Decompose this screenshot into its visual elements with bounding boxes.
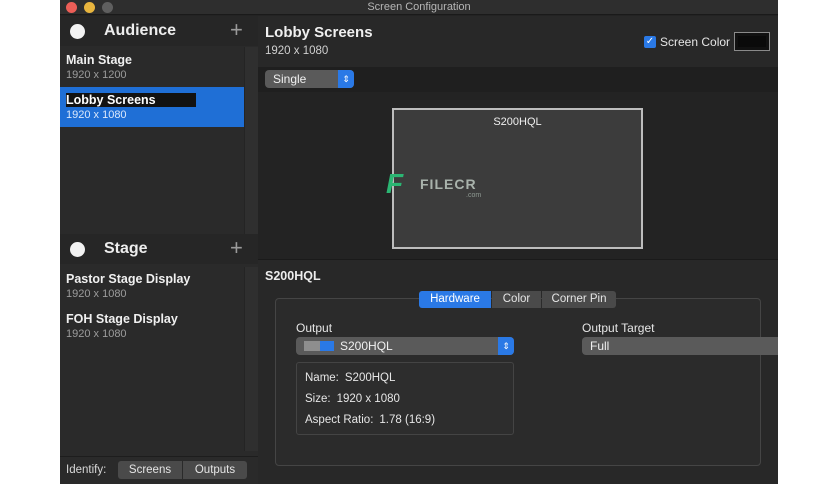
add-audience-screen-icon[interactable]: +	[230, 18, 243, 42]
screen-name: FOH Stage Display	[66, 312, 178, 326]
sidebar: Audience + Main Stage 1920 x 1200 Lobby …	[60, 16, 258, 484]
preview-screen-name: S200HQL	[493, 116, 542, 128]
sidebar-item-lobby-screens[interactable]: Lobby Screens 1920 x 1080	[60, 87, 244, 127]
screen-configuration-window: Screen Configuration Audience + Main Sta…	[60, 0, 778, 484]
watermark-text: FILECR	[420, 176, 477, 192]
screen-resolution: 1920 x 1080	[66, 328, 127, 340]
info-size-label: Size:	[305, 393, 331, 405]
output-label: Output	[296, 321, 333, 335]
stage-section-label: Stage	[104, 240, 148, 257]
audience-toggle[interactable]	[70, 24, 85, 39]
screen-resolution: 1920 x 1200	[66, 69, 127, 81]
info-aspect-label: Aspect Ratio:	[305, 414, 374, 426]
add-stage-screen-icon[interactable]: +	[230, 236, 243, 260]
watermark-mark: F	[386, 168, 404, 199]
audience-scrollbar[interactable]	[244, 47, 258, 234]
sidebar-item-pastor-stage-display[interactable]: Pastor Stage Display 1920 x 1080	[60, 266, 244, 306]
screen-name: Pastor Stage Display	[66, 272, 191, 286]
page-title: Lobby Screens	[265, 24, 373, 41]
display-icon	[304, 341, 334, 351]
info-aspect-value: 1.78 (16:9)	[379, 414, 436, 426]
screen-name: Main Stage	[66, 53, 132, 67]
main-panel: Lobby Screens 1920 x 1080 ✓ Screen Color…	[258, 16, 778, 484]
layout-mode-value: Single	[273, 72, 307, 86]
screen-name-edit[interactable]: Lobby Screens	[66, 93, 196, 107]
window-title: Screen Configuration	[367, 1, 471, 13]
identify-label: Identify:	[66, 464, 107, 476]
screen-color-swatch[interactable]	[734, 32, 770, 51]
checkmark-icon: ✓	[645, 36, 655, 47]
stage-toggle[interactable]	[70, 242, 85, 257]
audience-section-header: Audience +	[60, 16, 258, 46]
tab-color[interactable]: Color	[492, 291, 541, 308]
output-target-value: Full	[590, 339, 610, 353]
chevron-updown-icon: ⇕	[338, 70, 354, 88]
output-target-select[interactable]: Full ⇕	[582, 337, 778, 355]
layout-mode-select[interactable]: Single ⇕	[265, 70, 354, 88]
sidebar-item-main-stage[interactable]: Main Stage 1920 x 1200	[60, 47, 244, 87]
watermark-suffix: .com	[466, 192, 482, 199]
stage-section-header: Stage +	[60, 234, 258, 264]
info-aspect-row: Aspect Ratio: 1.78 (16:9)	[305, 414, 435, 426]
output-select[interactable]: S200HQL ⇕	[296, 337, 514, 355]
audience-section-label: Audience	[104, 22, 177, 39]
output-info-box: Name: S200HQL Size: 1920 x 1080 Aspect Rat…	[296, 362, 514, 435]
tab-hardware[interactable]: Hardware	[419, 291, 491, 308]
info-size-value: 1920 x 1080	[336, 393, 400, 405]
info-name-row: Name: S200HQL	[305, 372, 395, 384]
identify-screens-button[interactable]: Screens	[118, 461, 182, 479]
screen-color-label: Screen Color	[660, 35, 731, 49]
output-target-label: Output Target	[582, 321, 655, 335]
identify-outputs-button[interactable]: Outputs	[183, 461, 247, 479]
stage-scrollbar[interactable]	[244, 267, 258, 451]
screen-color-checkbox[interactable]: ✓	[644, 36, 656, 48]
chevron-updown-icon: ⇕	[498, 337, 514, 355]
watermark-logo: F FILECR .com	[386, 168, 496, 208]
info-size-row: Size: 1920 x 1080	[305, 393, 400, 405]
page-resolution: 1920 x 1080	[265, 45, 329, 57]
info-name-label: Name:	[305, 372, 339, 384]
screen-resolution: 1920 x 1080	[66, 109, 127, 121]
output-value: S200HQL	[340, 339, 393, 353]
tab-corner-pin[interactable]: Corner Pin	[542, 291, 616, 308]
output-section-title: S200HQL	[265, 269, 321, 283]
screen-resolution: 1920 x 1080	[66, 288, 127, 300]
screen-name-field[interactable]: Lobby Screens	[66, 93, 196, 107]
sidebar-item-foh-stage-display[interactable]: FOH Stage Display 1920 x 1080	[60, 306, 244, 346]
title-bar: Screen Configuration	[60, 0, 778, 15]
info-name-value: S200HQL	[344, 372, 396, 384]
identify-bar: Identify: Screens Outputs	[60, 456, 258, 484]
